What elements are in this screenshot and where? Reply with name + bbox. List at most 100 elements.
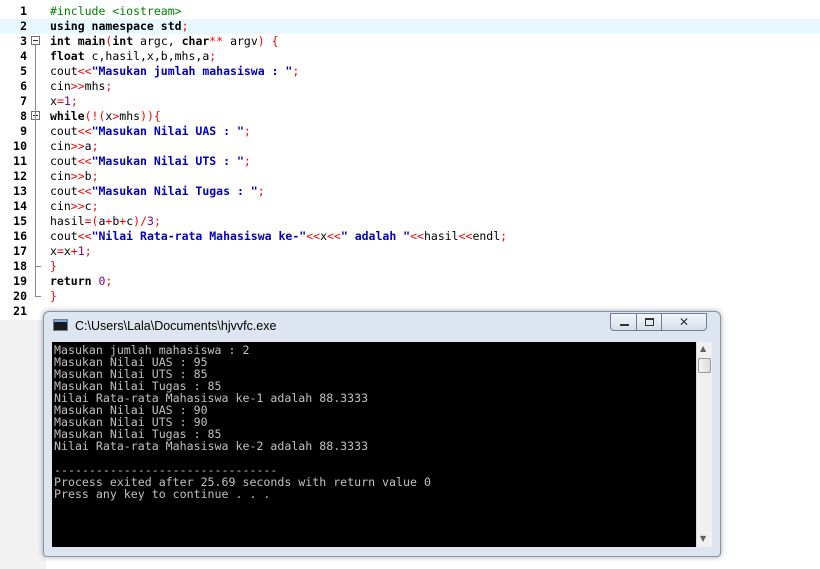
- fold-end-marker: [35, 266, 41, 267]
- code-line[interactable]: 7 x=1;: [0, 94, 820, 109]
- code-line[interactable]: 15 hasil=(a+b+c)/3;: [0, 214, 820, 229]
- code-token: while: [50, 109, 85, 123]
- code-text: cout<<"Masukan jumlah mahasiswa : ";: [50, 64, 299, 79]
- code-token: ;: [257, 184, 265, 198]
- code-line[interactable]: 8 while(!(x>mhs)){: [0, 109, 820, 124]
- code-token: ;: [500, 229, 508, 243]
- code-line[interactable]: 14 cin>>c;: [0, 199, 820, 214]
- fold-collapse-icon[interactable]: [31, 36, 40, 45]
- line-number: 20: [13, 289, 27, 303]
- code-token: char: [181, 34, 210, 48]
- code-line[interactable]: 13 cout<<"Masukan Nilai Tugas : ";: [0, 184, 820, 199]
- console-title-bar[interactable]: C:\Users\Lala\Documents\hjvvfc.exe ✕: [44, 312, 720, 340]
- code-line[interactable]: 1 #include <iostream>: [0, 4, 820, 19]
- code-line[interactable]: 20}: [0, 289, 820, 304]
- code-text: cout<<"Masukan Nilai Tugas : ";: [50, 184, 265, 199]
- code-token: c,hasil,x,b,mhs,a: [91, 49, 210, 63]
- line-number: 12: [13, 169, 27, 183]
- scroll-down-arrow-icon[interactable]: ▼: [700, 534, 706, 543]
- code-token: cin: [50, 79, 71, 93]
- line-number: 19: [13, 274, 27, 288]
- code-text: x=1;: [50, 94, 78, 109]
- line-number: 13: [13, 184, 27, 198]
- code-token: "Masukan Nilai UTS : ": [91, 154, 244, 168]
- console-window-title: C:\Users\Lala\Documents\hjvvfc.exe: [75, 319, 277, 333]
- code-token: x: [50, 94, 57, 108]
- code-token: endl: [472, 229, 501, 243]
- maximize-button[interactable]: [636, 313, 662, 331]
- code-token: ;: [91, 169, 99, 183]
- code-token: ) {: [257, 34, 279, 48]
- scroll-up-arrow-icon[interactable]: ▲: [700, 344, 706, 353]
- code-token: x: [50, 244, 57, 258]
- code-token: cout: [50, 154, 78, 168]
- code-token: cout: [50, 229, 78, 243]
- code-line[interactable]: 6 cin>>mhs;: [0, 79, 820, 94]
- code-line[interactable]: 4 float c,hasil,x,b,mhs,a;: [0, 49, 820, 64]
- code-token: ;: [105, 79, 113, 93]
- code-token: <<: [77, 64, 92, 78]
- code-line[interactable]: 11 cout<<"Masukan Nilai UTS : ";: [0, 154, 820, 169]
- line-number: 15: [13, 214, 27, 228]
- code-token: <<: [77, 124, 92, 138]
- close-button[interactable]: ✕: [661, 313, 707, 331]
- code-line[interactable]: 3 int main(int argc, char** argv) {: [0, 34, 820, 49]
- code-line[interactable]: 17 x=x+1;: [0, 244, 820, 259]
- code-line[interactable]: 16 cout<<"Nilai Rata-rata Mahasiswa ke-"<…: [0, 229, 820, 244]
- code-token: argv: [223, 34, 258, 48]
- close-icon: ✕: [679, 315, 690, 329]
- console-window-icon: [53, 319, 68, 331]
- line-number: 4: [20, 49, 27, 63]
- code-line[interactable]: 12 cin>>b;: [0, 169, 820, 184]
- code-line[interactable]: 5 cout<<"Masukan jumlah mahasiswa : ";: [0, 64, 820, 79]
- code-token: argc,: [140, 34, 182, 48]
- code-editor[interactable]: 1 #include <iostream> 2 using namespace std…: [0, 0, 820, 320]
- code-text: cin>>mhs;: [50, 79, 112, 94]
- line-number: 7: [20, 94, 27, 108]
- code-line[interactable]: 2 using namespace std;: [0, 19, 820, 34]
- code-token: ;: [91, 199, 99, 213]
- code-token: "Masukan jumlah mahasiswa : ": [91, 64, 293, 78]
- code-text: }: [50, 259, 57, 274]
- console-line: Press any key to continue . . .: [54, 487, 271, 501]
- code-text: x=x+1;: [50, 244, 92, 259]
- code-token: x: [320, 229, 327, 243]
- code-token: ;: [84, 244, 92, 258]
- code-token: mhs: [119, 109, 141, 123]
- code-text: #include <iostream>: [50, 4, 182, 19]
- code-line[interactable]: 10 cin>>a;: [0, 139, 820, 154]
- code-text: return 0;: [50, 274, 112, 289]
- code-token: #include <iostream>: [50, 4, 182, 18]
- line-number: 21: [13, 304, 27, 318]
- code-token: ;: [181, 19, 189, 33]
- code-token: hasil: [423, 229, 459, 243]
- code-token: }: [50, 289, 57, 303]
- code-text: float c,hasil,x,b,mhs,a;: [50, 49, 216, 64]
- code-line[interactable]: 18}: [0, 259, 820, 274]
- code-token: "Masukan Nilai UAS : ": [91, 124, 244, 138]
- console-scrollbar[interactable]: ▲ ▼: [696, 342, 712, 547]
- code-token: ;: [105, 274, 113, 288]
- line-number: 11: [13, 154, 27, 168]
- console-window[interactable]: C:\Users\Lala\Documents\hjvvfc.exe ✕ Mas…: [43, 311, 721, 557]
- code-token: cout: [50, 124, 78, 138]
- code-token: int: [50, 34, 78, 48]
- code-text: cin>>a;: [50, 139, 99, 154]
- minimize-button[interactable]: [610, 313, 637, 331]
- code-token: =: [56, 94, 64, 108]
- line-number: 17: [13, 244, 27, 258]
- code-token: )/: [133, 214, 148, 228]
- minimize-icon: [620, 324, 629, 326]
- code-line[interactable]: 9 cout<<"Masukan Nilai UAS : ";: [0, 124, 820, 139]
- line-number: 2: [20, 19, 27, 33]
- code-token: 1: [77, 244, 85, 258]
- scrollbar-thumb[interactable]: [698, 358, 711, 373]
- console-output[interactable]: Masukan jumlah mahasiswa : 2 Masukan Nila…: [52, 342, 696, 547]
- code-token: float: [50, 49, 92, 63]
- line-number: 14: [13, 199, 27, 213]
- code-token: cin: [50, 169, 71, 183]
- line-number: 3: [20, 34, 27, 48]
- code-text: cout<<"Nilai Rata-rata Mahasiswa ke-"<<x…: [50, 229, 507, 244]
- code-line[interactable]: 19 return 0;: [0, 274, 820, 289]
- code-token: **: [209, 34, 224, 48]
